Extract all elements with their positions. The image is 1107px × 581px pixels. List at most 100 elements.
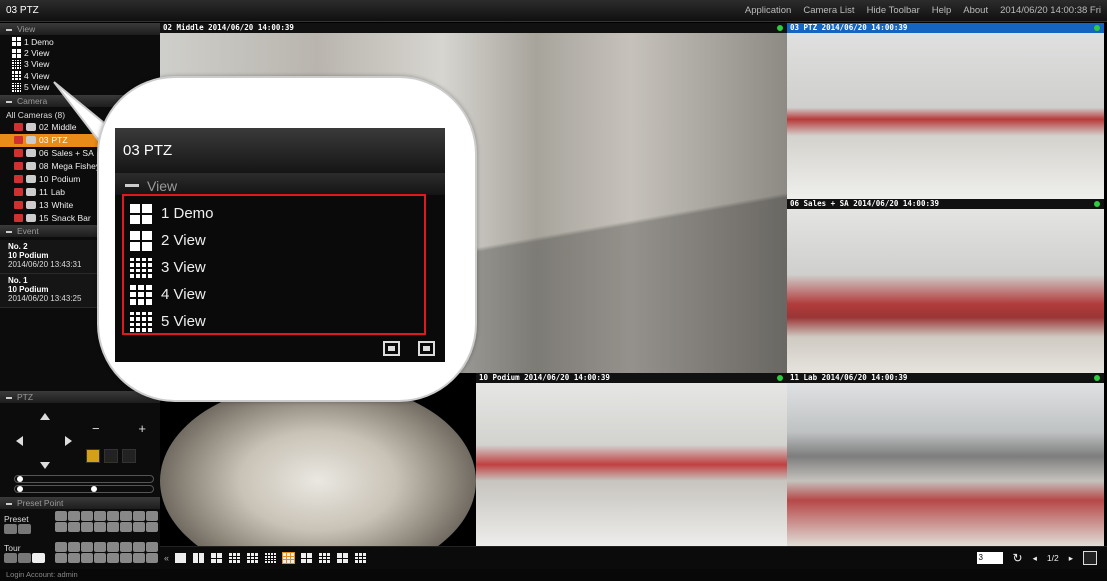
- pan-right-arrow-icon[interactable]: [65, 436, 72, 446]
- tour-slot[interactable]: [120, 542, 132, 552]
- pan-up-arrow-icon[interactable]: [40, 413, 50, 420]
- zoom-out-button[interactable]: −: [92, 421, 100, 441]
- edit-view-icon[interactable]: [383, 341, 400, 356]
- speed-slider[interactable]: [14, 475, 154, 483]
- tour-slot[interactable]: [120, 553, 132, 563]
- layout-2-icon[interactable]: [192, 552, 205, 564]
- ptz-tool-icon[interactable]: [86, 449, 100, 463]
- camera-tile-sales[interactable]: 06 Sales + SA 2014/06/20 14:00:39: [787, 199, 1104, 373]
- tour-prev-icon[interactable]: [4, 553, 17, 563]
- menu-about[interactable]: About: [963, 5, 988, 16]
- callout-title: 03 PTZ: [115, 128, 445, 173]
- preset-slot[interactable]: [107, 522, 119, 532]
- tile-label-text: 02 Middle 2014/06/20 14:00:39: [163, 23, 294, 32]
- window-title: 03 PTZ: [6, 5, 39, 16]
- layout-20-icon[interactable]: [354, 552, 367, 564]
- refresh-icon[interactable]: ↻: [1013, 551, 1023, 565]
- camera-tile-ptz[interactable]: 03 PTZ 2014/06/20 14:00:39: [787, 23, 1104, 199]
- menu-help[interactable]: Help: [932, 5, 952, 16]
- layout-9-icon[interactable]: [228, 552, 241, 564]
- preset-prev-icon[interactable]: [4, 524, 17, 534]
- layout-6-icon[interactable]: [282, 552, 296, 564]
- callout-view-item-1[interactable]: 1 Demo: [130, 200, 424, 227]
- grid-4x4-icon: [12, 59, 21, 69]
- tour-slot[interactable]: [133, 553, 145, 563]
- preset-slot[interactable]: [120, 511, 132, 521]
- tour-slot[interactable]: [146, 542, 158, 552]
- tour-slot[interactable]: [81, 553, 93, 563]
- callout-view-item-4[interactable]: 4 View: [130, 281, 424, 308]
- camera-icon: [26, 175, 36, 184]
- tour-slot[interactable]: [133, 542, 145, 552]
- view-label: 5 View: [24, 82, 50, 93]
- camera-tile-lab[interactable]: 11 Lab 2014/06/20 14:00:39: [787, 373, 1104, 546]
- zoom-in-button[interactable]: +: [138, 421, 146, 441]
- preset-next-icon[interactable]: [18, 524, 31, 534]
- view-item-3[interactable]: 3 View: [12, 59, 160, 70]
- slider-knob[interactable]: [91, 486, 97, 492]
- callout-view-item-5[interactable]: 5 View: [130, 308, 424, 335]
- tour-row: Tour: [4, 543, 46, 565]
- menu-camera-list[interactable]: Camera List: [803, 5, 854, 16]
- ptz-iris-button[interactable]: [122, 449, 136, 463]
- preset-slot[interactable]: [146, 511, 158, 521]
- preset-slot[interactable]: [120, 522, 132, 532]
- pan-left-arrow-icon[interactable]: [16, 436, 23, 446]
- ptz-section-header[interactable]: PTZ: [0, 391, 160, 403]
- view-section-header[interactable]: View: [0, 23, 160, 35]
- tour-slot[interactable]: [107, 542, 119, 552]
- preset-section-header[interactable]: Preset Point: [0, 497, 160, 509]
- preset-slot[interactable]: [81, 522, 93, 532]
- preset-slot[interactable]: [133, 511, 145, 521]
- menu-hide-toolbar[interactable]: Hide Toolbar: [867, 5, 920, 16]
- layout-12-icon[interactable]: [246, 552, 259, 564]
- toolbar-collapse-icon[interactable]: «: [164, 553, 169, 563]
- preset-slot[interactable]: [68, 511, 80, 521]
- save-view-icon[interactable]: [418, 341, 435, 356]
- tour-slot[interactable]: [94, 542, 106, 552]
- view-header-label: View: [17, 24, 36, 34]
- layout-icons: «: [164, 552, 367, 564]
- pan-down-arrow-icon[interactable]: [40, 462, 50, 469]
- view-item-1[interactable]: 1 Demo: [12, 36, 160, 47]
- tour-slot[interactable]: [146, 553, 158, 563]
- preset-slot[interactable]: [146, 522, 158, 532]
- tile-label: 10 Podium 2014/06/20 14:00:39: [476, 373, 787, 383]
- layout-8-icon[interactable]: [300, 552, 313, 564]
- preset-slot[interactable]: [133, 522, 145, 532]
- preset-slot[interactable]: [94, 511, 106, 521]
- tour-slot[interactable]: [55, 542, 67, 552]
- tour-slot[interactable]: [55, 553, 67, 563]
- layout-10-icon[interactable]: [336, 552, 349, 564]
- tour-slot[interactable]: [81, 542, 93, 552]
- slider-knob[interactable]: [17, 476, 23, 482]
- slider-knob[interactable]: [17, 486, 23, 492]
- next-page-icon[interactable]: ▸: [1069, 553, 1073, 564]
- tour-slot[interactable]: [94, 553, 106, 563]
- page-input[interactable]: 3: [976, 552, 1003, 564]
- preset-slot[interactable]: [81, 511, 93, 521]
- menu-application[interactable]: Application: [745, 5, 791, 16]
- prev-page-icon[interactable]: ◂: [1033, 553, 1037, 564]
- ptz-focus-button[interactable]: [104, 449, 118, 463]
- callout-view-item-2[interactable]: 2 View: [130, 227, 424, 254]
- camera-tile-podium[interactable]: 10 Podium 2014/06/20 14:00:39: [476, 373, 787, 546]
- zoom-slider[interactable]: [14, 485, 154, 493]
- preset-slot[interactable]: [55, 522, 67, 532]
- layout-4-icon[interactable]: [210, 552, 223, 564]
- preset-slot[interactable]: [68, 522, 80, 532]
- preset-slot[interactable]: [55, 511, 67, 521]
- layout-16-icon[interactable]: [264, 552, 277, 564]
- tour-pause-icon[interactable]: [32, 553, 45, 563]
- callout-view-item-3[interactable]: 3 View: [130, 254, 424, 281]
- preset-slot[interactable]: [94, 522, 106, 532]
- tour-slot[interactable]: [68, 553, 80, 563]
- preset-slot[interactable]: [107, 511, 119, 521]
- tour-slot[interactable]: [107, 553, 119, 563]
- fullscreen-icon[interactable]: [1083, 551, 1097, 565]
- view-item-2[interactable]: 2 View: [12, 47, 160, 58]
- layout-1-icon[interactable]: [174, 552, 187, 564]
- layout-13-icon[interactable]: [318, 552, 331, 564]
- tour-slot[interactable]: [68, 542, 80, 552]
- tour-next-icon[interactable]: [18, 553, 31, 563]
